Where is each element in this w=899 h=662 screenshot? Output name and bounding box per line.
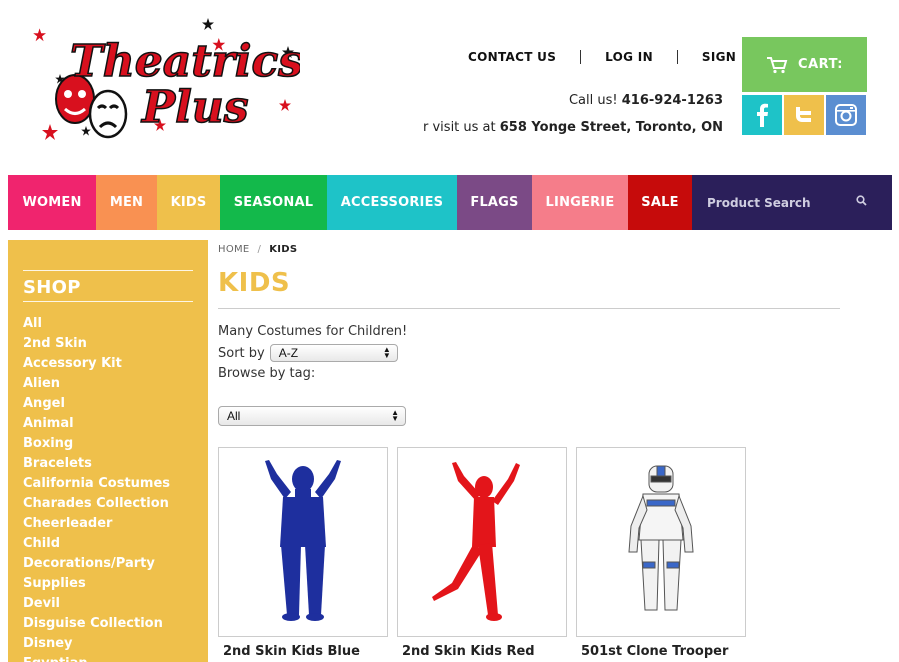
sidebar-item-all[interactable]: All (23, 314, 193, 334)
sidebar-item-cheerleader[interactable]: Cheerleader (23, 514, 193, 534)
sidebar-item-devil[interactable]: Devil (23, 594, 193, 614)
product-image[interactable] (218, 447, 388, 637)
nav-men[interactable]: MEN (96, 175, 157, 230)
product-card[interactable]: 501st Clone Trooper (576, 447, 746, 659)
theatrics-plus-logo[interactable]: Theatrics Plus (30, 14, 304, 154)
sort-select-value: A-Z (278, 346, 299, 360)
visit-label: r visit us at (423, 120, 496, 135)
nav-flags[interactable]: FLAGS (457, 175, 532, 230)
product-grid: 2nd Skin Kids Blue 2nd Skin Kids Red 501… (218, 447, 746, 659)
sidebar-item-decorations-party[interactable]: Decorations/Party (23, 554, 193, 574)
sidebar-item-disney[interactable]: Disney (23, 634, 193, 654)
nav-women[interactable]: WOMEN (8, 175, 96, 230)
sidebar-item-charades-collection[interactable]: Charades Collection (23, 494, 193, 514)
product-image[interactable] (576, 447, 746, 637)
breadcrumb-home[interactable]: HOME (218, 244, 250, 255)
sidebar-item-alien[interactable]: Alien (23, 374, 193, 394)
sidebar-item-boxing[interactable]: Boxing (23, 434, 193, 454)
tag-select[interactable]: All ▲ ▼ (218, 406, 406, 426)
collection-description: Many Costumes for Children! (218, 324, 408, 339)
nav-accessories[interactable]: ACCESSORIES (327, 175, 457, 230)
call-us-line: Call us! 416-924-1263 (569, 93, 723, 108)
product-name[interactable]: 2nd Skin Kids Blue (218, 644, 388, 659)
title-divider (218, 308, 840, 309)
sidebar-item-bracelets[interactable]: Bracelets (23, 454, 193, 474)
social-links (742, 95, 866, 135)
page-title: KIDS (218, 268, 291, 298)
tag-select-value: All (227, 409, 241, 423)
product-card[interactable]: 2nd Skin Kids Red (397, 447, 567, 659)
sidebar-item-angel[interactable]: Angel (23, 394, 193, 414)
sidebar-item-child[interactable]: Child (23, 534, 193, 554)
nav-sale[interactable]: SALE (628, 175, 692, 230)
sidebar-item-egyptian[interactable]: Egyptian (23, 654, 193, 662)
main-nav: WOMEN MEN KIDS SEASONAL ACCESSORIES FLAG… (8, 175, 892, 230)
phone-number[interactable]: 416-924-1263 (622, 93, 723, 108)
sort-label: Sort by (218, 345, 265, 361)
browse-by-tag-label: Browse by tag: (218, 366, 316, 381)
product-name[interactable]: 2nd Skin Kids Red (397, 644, 567, 659)
search-bar (692, 175, 892, 230)
breadcrumb: HOME / KIDS (218, 244, 297, 255)
facebook-icon[interactable] (742, 95, 782, 135)
sidebar-divider (23, 301, 193, 302)
sidebar-item-supplies[interactable]: Supplies (23, 574, 193, 594)
cart-button[interactable]: CART: (742, 37, 867, 92)
sidebar-item-california-costumes[interactable]: California Costumes (23, 474, 193, 494)
twitter-icon[interactable] (784, 95, 824, 135)
logo-text-top: Theatrics (70, 36, 300, 87)
sidebar-tag-list: All 2nd Skin Accessory Kit Alien Angel A… (23, 314, 193, 662)
breadcrumb-separator: / (257, 244, 262, 255)
nav-kids[interactable]: KIDS (157, 175, 220, 230)
sidebar-divider (23, 270, 193, 271)
cart-label: CART: (798, 57, 843, 72)
product-card[interactable]: 2nd Skin Kids Blue (218, 447, 388, 659)
top-links: CONTACT US LOG IN SIGN (452, 50, 760, 64)
product-image[interactable] (397, 447, 567, 637)
sidebar-item-disguise-collection[interactable]: Disguise Collection (23, 614, 193, 634)
product-name[interactable]: 501st Clone Trooper (576, 644, 746, 659)
sort-select[interactable]: A-Z ▲ ▼ (269, 344, 398, 362)
search-icon[interactable] (856, 195, 867, 206)
instagram-icon[interactable] (826, 95, 866, 135)
call-us-label: Call us! (568, 93, 618, 108)
sidebar-item-accessory-kit[interactable]: Accessory Kit (23, 354, 193, 374)
contact-us-link[interactable]: CONTACT US (452, 50, 580, 64)
nav-lingerie[interactable]: LINGERIE (532, 175, 628, 230)
select-arrows-icon: ▲ ▼ (391, 408, 399, 423)
log-in-link[interactable]: LOG IN (580, 50, 677, 64)
store-address: 658 Yonge Street, Toronto, ON (499, 120, 723, 135)
sort-row: Sort by A-Z ▲ ▼ (218, 344, 398, 362)
logo-text-bottom: Plus (140, 82, 249, 133)
sidebar-item-animal[interactable]: Animal (23, 414, 193, 434)
breadcrumb-current: KIDS (269, 244, 298, 255)
shop-sidebar: SHOP All 2nd Skin Accessory Kit Alien An… (8, 240, 208, 662)
cart-icon (767, 56, 788, 73)
select-arrows-icon: ▲ ▼ (382, 345, 391, 360)
sidebar-item-2nd-skin[interactable]: 2nd Skin (23, 334, 193, 354)
sidebar-title: SHOP (23, 277, 81, 298)
product-search-input[interactable] (707, 195, 847, 210)
nav-seasonal[interactable]: SEASONAL (220, 175, 327, 230)
visit-us-line: r visit us at 658 Yonge Street, Toronto,… (423, 120, 723, 135)
